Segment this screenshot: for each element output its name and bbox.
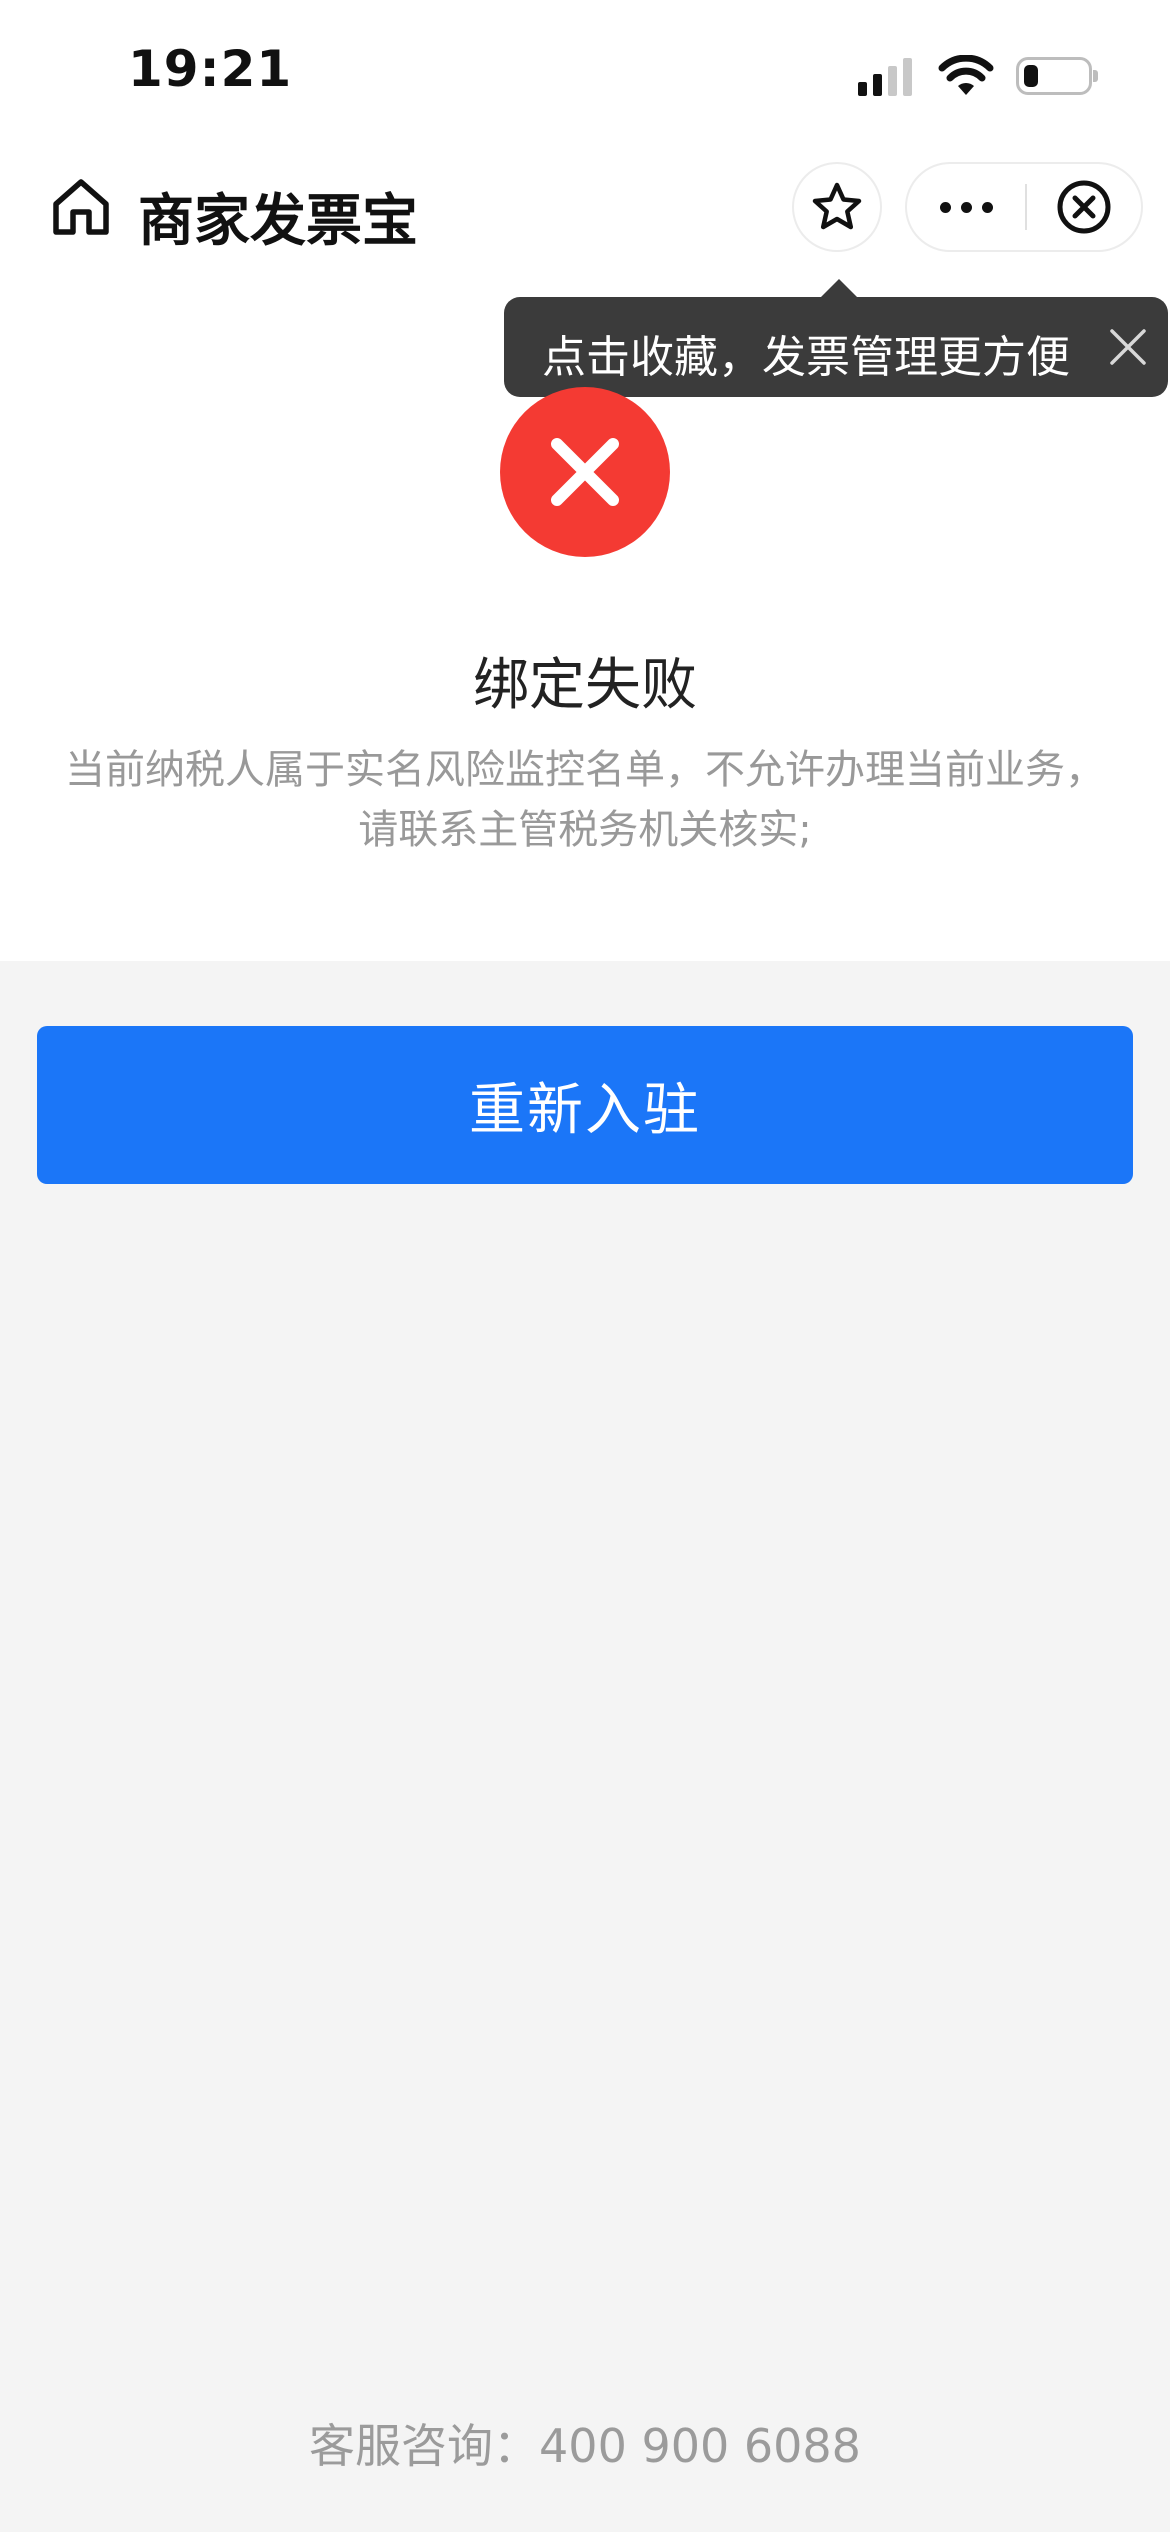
mini-program-capsule (905, 162, 1143, 252)
star-icon (812, 182, 862, 230)
page-title: 商家发票宝 (138, 189, 418, 254)
error-icon (500, 387, 670, 557)
result-title: 绑定失败 (473, 653, 697, 718)
result-description-line2: 请联系主管税务机关核实; (358, 807, 812, 853)
rejoin-button[interactable]: 重新入驻 (37, 1026, 1133, 1184)
favorite-tooltip: 点击收藏，发票管理更方便 (504, 297, 1168, 397)
nav-bar: 商家发票宝 (0, 150, 1170, 270)
tooltip-text: 点击收藏，发票管理更方便 (542, 332, 1070, 383)
cross-mark (551, 438, 619, 506)
battery-level (1024, 65, 1038, 87)
status-time: 19:21 (128, 40, 293, 98)
more-button[interactable] (907, 164, 1025, 250)
home-icon[interactable] (48, 174, 114, 240)
result-description: 当前纳税人属于实名风险监控名单，不允许办理当前业务， 请联系主管税务机关核实; (30, 740, 1140, 860)
tooltip-arrow (820, 279, 858, 298)
wifi-icon (938, 55, 994, 95)
more-icon-dot (981, 201, 993, 213)
close-circle-icon (1057, 180, 1111, 234)
close-icon[interactable] (1106, 325, 1150, 369)
exit-button[interactable] (1027, 164, 1141, 250)
more-icon (939, 201, 951, 213)
signal-icon (858, 58, 912, 96)
result-description-line1: 当前纳税人属于实名风险监控名单，不允许办理当前业务， (65, 747, 1105, 793)
more-icon-dot (960, 201, 972, 213)
favorite-button[interactable] (792, 162, 882, 252)
status-bar: 19:21 (0, 0, 1170, 150)
battery-icon (1016, 57, 1098, 95)
customer-service-contact[interactable]: 客服咨询：400 900 6088 (0, 2410, 1170, 2476)
status-icons (858, 52, 1098, 100)
